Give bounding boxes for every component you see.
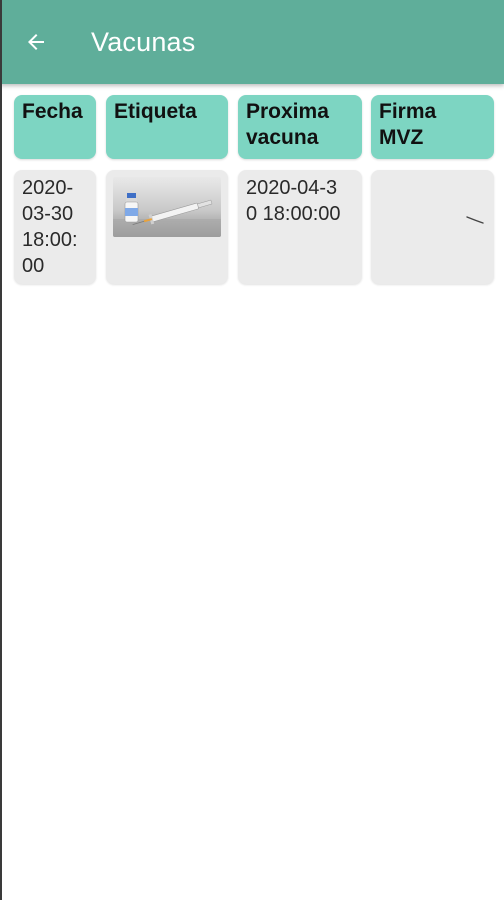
- column-header-label: Proxima vacuna: [246, 100, 329, 149]
- column-header-fecha: Fecha: [14, 95, 96, 159]
- proxima-vacuna-value: 2020-04-30 18:00:00: [246, 177, 341, 225]
- table-cell-proxima-vacuna: 2020-04-30 18:00:00: [238, 170, 362, 284]
- column-header-proxima-vacuna: Proxima vacuna: [238, 95, 362, 159]
- fecha-value: 2020-03-30 18:00:00: [22, 177, 78, 277]
- column-header-label: Etiqueta: [114, 100, 197, 123]
- table-cell-fecha: 2020-03-30 18:00:00: [14, 170, 96, 284]
- column-header-firma-mvz: Firma MVZ: [371, 95, 494, 159]
- table-cell-firma-mvz[interactable]: [371, 170, 494, 284]
- column-header-label: Fecha: [22, 100, 83, 123]
- app-bar: Vacunas: [0, 0, 504, 84]
- column-header-label: Firma MVZ: [379, 100, 437, 149]
- arrow-left-icon: [28, 34, 44, 50]
- table-cell-etiqueta[interactable]: [106, 170, 228, 284]
- column-header-etiqueta: Etiqueta: [106, 95, 228, 159]
- page-title: Vacunas: [91, 27, 196, 57]
- signature-image: [466, 216, 484, 224]
- vaccine-label-image[interactable]: [113, 177, 221, 237]
- back-button[interactable]: [18, 24, 54, 60]
- window-left-border: [0, 0, 2, 900]
